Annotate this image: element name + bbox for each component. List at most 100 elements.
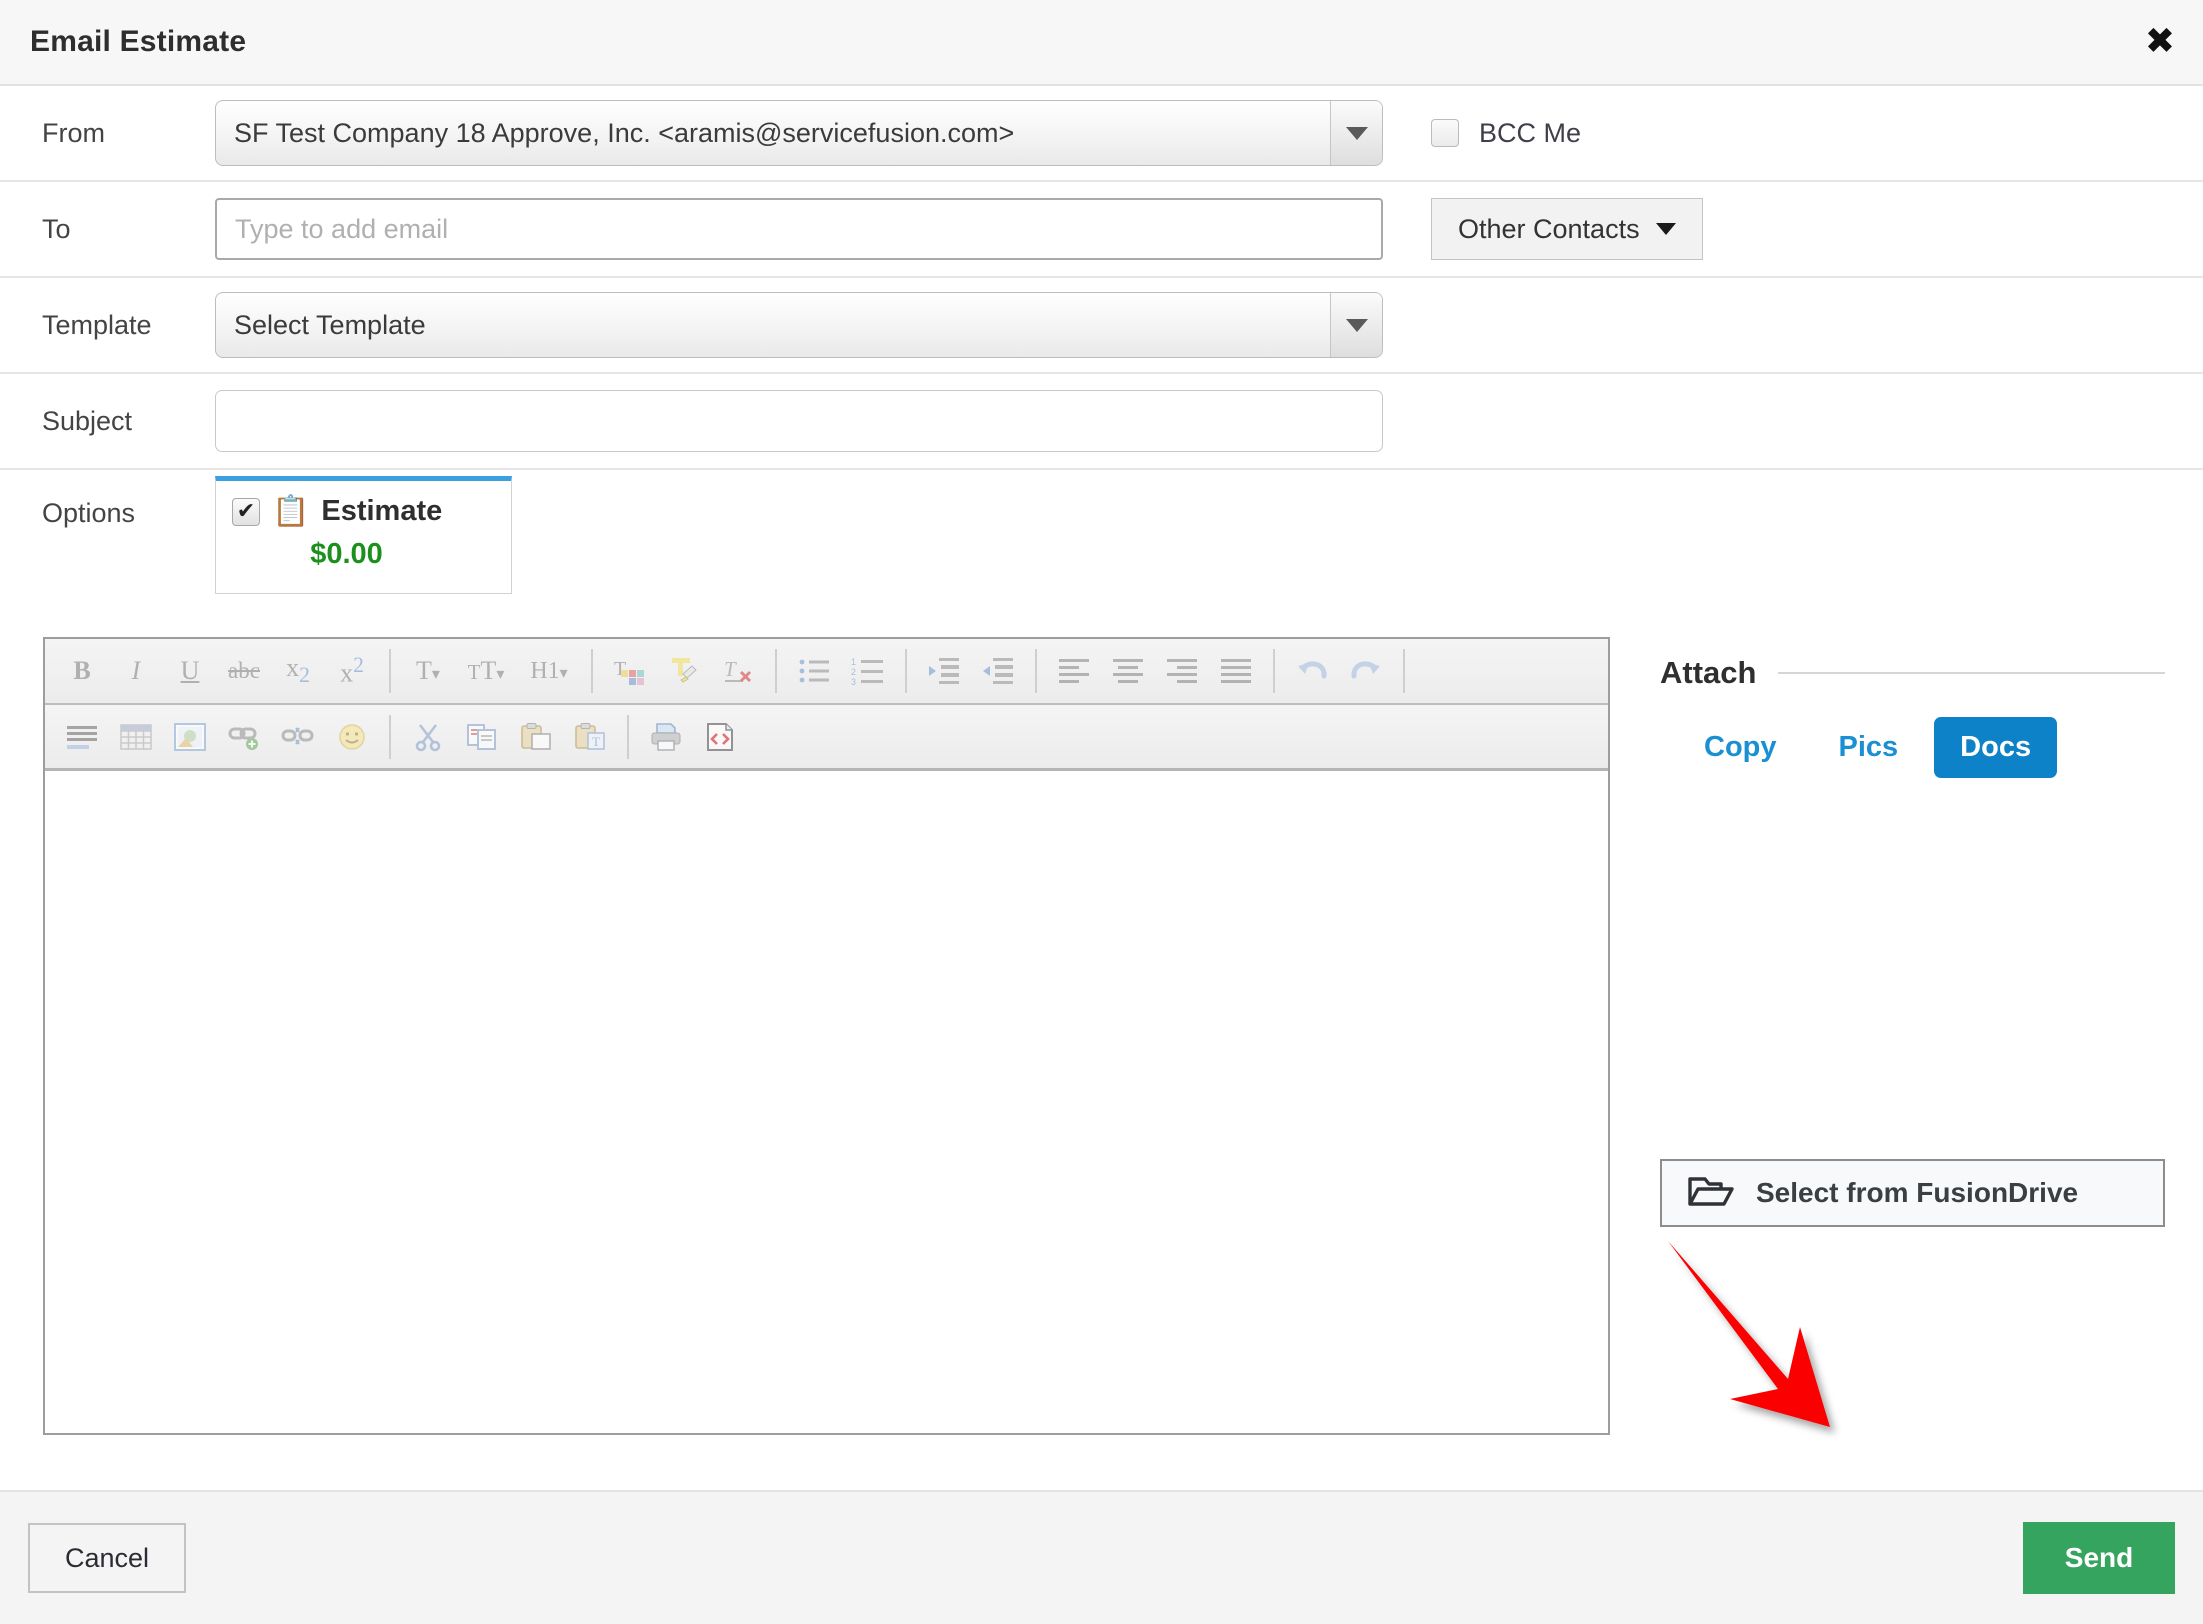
other-contacts-col: Other Contacts [1383, 198, 2203, 260]
font-size-icon[interactable]: TT▾ [455, 645, 517, 697]
option-card-header: ✔ 📋 Estimate [232, 495, 495, 528]
align-right-icon[interactable] [1155, 645, 1209, 697]
copy-icon[interactable] [455, 711, 509, 763]
svg-text:T: T [592, 734, 600, 749]
template-select[interactable]: Select Template [215, 292, 1383, 358]
svg-text:T: T [724, 657, 737, 681]
bullet-list-icon[interactable] [787, 645, 841, 697]
from-field-col: SF Test Company 18 Approve, Inc. <aramis… [215, 100, 1383, 166]
other-contacts-button[interactable]: Other Contacts [1431, 198, 1703, 260]
paste-icon[interactable] [509, 711, 563, 763]
numbered-list-icon[interactable]: 1 2 3 [841, 645, 895, 697]
form-row-to: To Other Contacts [0, 182, 2203, 278]
link-icon[interactable] [217, 711, 271, 763]
indent-icon[interactable] [971, 645, 1025, 697]
triangle-down-glyph [1345, 318, 1368, 332]
toolbar-separator [389, 714, 391, 759]
template-field-col: Select Template [215, 292, 1383, 358]
clipboard-icon: 📋 [272, 493, 310, 529]
toolbar-separator [1403, 649, 1405, 693]
form-row-template: Template Select Template [0, 278, 2203, 374]
other-contacts-label: Other Contacts [1458, 213, 1640, 244]
heading-format-icon[interactable]: H1▾ [517, 645, 581, 697]
open-folder-icon [1688, 1174, 1734, 1213]
bcc-col: BCC Me [1383, 118, 2203, 149]
template-label: Template [42, 309, 152, 340]
underline-icon[interactable]: U [163, 645, 217, 697]
undo-icon[interactable] [1285, 645, 1339, 697]
close-icon[interactable]: ✖ [2145, 24, 2175, 60]
cut-icon[interactable] [401, 711, 455, 763]
options-field-col: ✔ 📋 Estimate $0.00 [215, 470, 1383, 594]
toolbar-separator [1035, 649, 1037, 693]
editor-toolbar-row-2: T [45, 705, 1608, 771]
form-row-subject: Subject [0, 374, 2203, 470]
paste-as-text-icon[interactable]: T [563, 711, 617, 763]
svg-text:3: 3 [851, 677, 856, 686]
table-icon[interactable] [109, 711, 163, 763]
editor-body[interactable] [45, 771, 1608, 1433]
subscript-icon[interactable]: x2 [271, 645, 325, 697]
subject-input[interactable] [215, 390, 1383, 452]
to-label: To [42, 213, 71, 244]
toolbar-separator [389, 649, 391, 693]
select-from-fusiondrive-button[interactable]: Select from FusionDrive [1660, 1159, 2165, 1227]
svg-text:1: 1 [851, 657, 856, 667]
form-row-from: From SF Test Company 18 Approve, Inc. <a… [0, 86, 2203, 182]
toolbar-separator [775, 649, 777, 693]
print-icon[interactable] [639, 711, 693, 763]
chevron-down-icon[interactable] [1330, 101, 1382, 165]
attach-header: Attach [1660, 655, 2165, 691]
from-select[interactable]: SF Test Company 18 Approve, Inc. <aramis… [215, 100, 1383, 166]
font-family-icon[interactable]: T▾ [401, 645, 455, 697]
remove-format-icon[interactable]: T [711, 645, 765, 697]
attach-tab-copy[interactable]: Copy [1678, 717, 1803, 778]
bcc-label: BCC Me [1479, 117, 1582, 148]
estimate-checkbox[interactable]: ✔ [232, 497, 260, 526]
bcc-checkbox[interactable] [1431, 119, 1459, 147]
subject-label: Subject [42, 405, 133, 436]
image-icon[interactable] [163, 711, 217, 763]
option-card-estimate[interactable]: ✔ 📋 Estimate $0.00 [215, 476, 512, 594]
align-left-icon[interactable] [1047, 645, 1101, 697]
bcc-me-control[interactable]: BCC Me [1431, 118, 1581, 149]
email-estimate-modal: Email Estimate ✖ From SF Test Company 18… [0, 0, 2203, 1624]
options-label: Options [42, 498, 136, 528]
attach-tab-pics[interactable]: Pics [1813, 717, 1925, 778]
to-input[interactable] [215, 198, 1383, 260]
toolbar-separator [627, 714, 629, 759]
attach-divider [1778, 672, 2165, 674]
chevron-down-icon[interactable] [1330, 293, 1382, 357]
to-field-col [215, 198, 1383, 260]
modal-footer: Cancel Send [0, 1490, 2203, 1624]
template-select-value: Select Template [234, 309, 426, 340]
emoji-icon[interactable] [325, 711, 379, 763]
fusiondrive-button-label: Select from FusionDrive [1756, 1177, 2079, 1208]
toolbar-separator [591, 649, 593, 693]
strikethrough-icon[interactable]: abc [217, 645, 271, 697]
from-label: From [42, 117, 105, 148]
unlink-icon[interactable] [271, 711, 325, 763]
caret-down-icon [1655, 223, 1676, 235]
triangle-down-glyph [1345, 126, 1368, 140]
highlight-color-icon[interactable] [657, 645, 711, 697]
superscript-icon[interactable]: x2 [325, 645, 379, 697]
align-center-icon[interactable] [1101, 645, 1155, 697]
subject-field-col [215, 390, 1383, 452]
text-color-icon[interactable]: T [603, 645, 657, 697]
modal-header: Email Estimate ✖ [0, 0, 2203, 86]
toolbar-separator [1273, 649, 1275, 693]
horizontal-rule-icon[interactable] [55, 711, 109, 763]
redo-icon[interactable] [1339, 645, 1393, 697]
italic-icon[interactable]: I [109, 645, 163, 697]
send-button[interactable]: Send [2023, 1522, 2175, 1594]
modal-body: From SF Test Company 18 Approve, Inc. <a… [0, 86, 2203, 1490]
attach-tab-docs[interactable]: Docs [1934, 717, 2058, 778]
align-justify-icon[interactable] [1209, 645, 1263, 697]
source-code-icon[interactable] [693, 711, 747, 763]
cancel-button[interactable]: Cancel [28, 1523, 186, 1593]
attach-panel: Attach Copy Pics Docs Select from Fusion… [1610, 637, 2203, 1435]
outdent-icon[interactable] [917, 645, 971, 697]
bold-icon[interactable]: B [55, 645, 109, 697]
form-row-options: Options ✔ 📋 Estimate $0.00 [0, 470, 2203, 625]
